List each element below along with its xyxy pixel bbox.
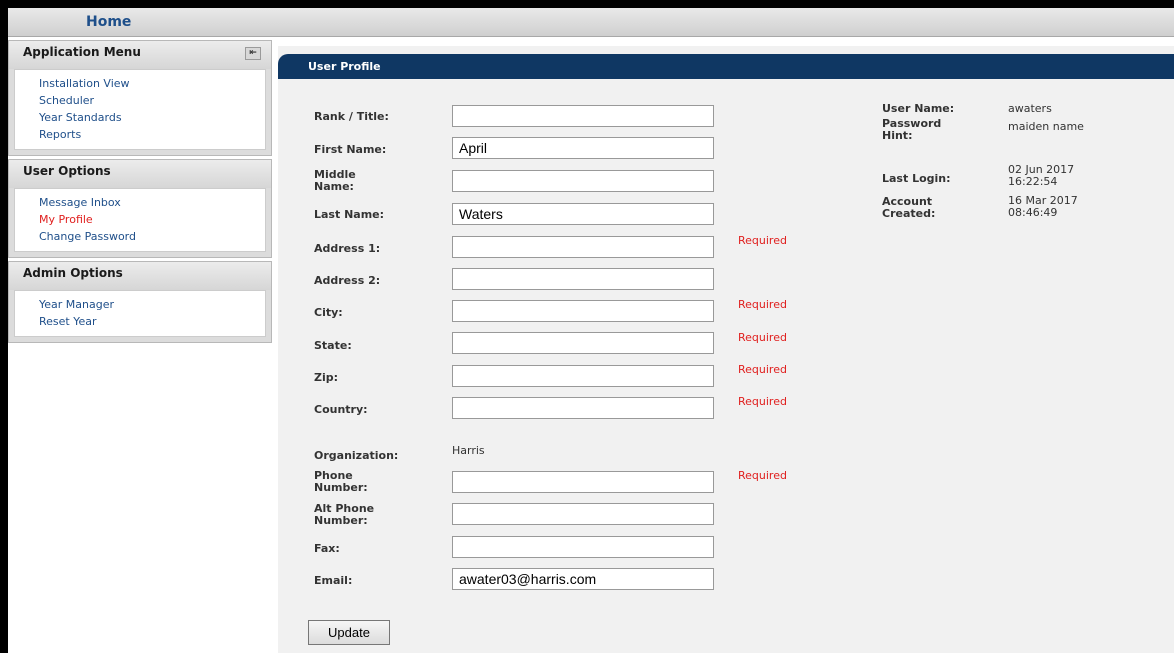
state-input[interactable] xyxy=(452,332,714,354)
admin-options-panel: Admin Options Year Manager Reset Year xyxy=(8,261,272,343)
user-name-label: User Name: xyxy=(882,102,955,115)
email-label: Email: xyxy=(314,574,353,587)
address2-input[interactable] xyxy=(452,268,714,290)
rank-input[interactable] xyxy=(452,105,714,127)
admin-options-title: Admin Options xyxy=(23,266,123,280)
last-login-time: 16:22:54 xyxy=(1008,175,1058,188)
nav-reset-year[interactable]: Reset Year xyxy=(39,313,265,330)
alt-phone-input[interactable] xyxy=(452,503,714,525)
collapse-left-icon[interactable]: ⇤ xyxy=(245,47,261,60)
middle-name-input[interactable] xyxy=(452,170,714,192)
password-hint-label: Password Hint: xyxy=(882,117,942,142)
account-created-time: 08:46:49 xyxy=(1008,206,1058,219)
update-button[interactable]: Update xyxy=(308,620,390,645)
country-input[interactable] xyxy=(452,397,714,419)
user-options-title: User Options xyxy=(23,164,111,178)
state-label: State: xyxy=(314,339,352,352)
nav-change-password[interactable]: Change Password xyxy=(39,228,265,245)
zip-input[interactable] xyxy=(452,365,714,387)
admin-options-list: Year Manager Reset Year xyxy=(14,290,266,337)
phone-input[interactable] xyxy=(452,471,714,493)
admin-options-header: Admin Options xyxy=(9,262,271,290)
state-required-note: Required xyxy=(738,331,787,344)
rank-label: Rank / Title: xyxy=(314,110,389,123)
password-hint-value: maiden name xyxy=(1008,120,1084,133)
last-name-input[interactable] xyxy=(452,203,714,225)
fax-input[interactable] xyxy=(452,536,714,558)
user-profile-panel: User Profile Rank / Title: First Name: M… xyxy=(278,46,1174,653)
user-options-panel: User Options Message Inbox My Profile Ch… xyxy=(8,159,272,258)
first-name-label: First Name: xyxy=(314,143,387,156)
email-input[interactable] xyxy=(452,568,714,590)
country-required-note: Required xyxy=(738,395,787,408)
application-menu-header: Application Menu ⇤ xyxy=(9,41,271,69)
user-options-list: Message Inbox My Profile Change Password xyxy=(14,188,266,252)
address2-label: Address 2: xyxy=(314,274,381,287)
user-name-value: awaters xyxy=(1008,102,1052,115)
last-login-label: Last Login: xyxy=(882,172,951,185)
middle-name-label: Middle Name: xyxy=(314,168,356,193)
city-required-note: Required xyxy=(738,298,787,311)
city-input[interactable] xyxy=(452,300,714,322)
nav-year-manager[interactable]: Year Manager xyxy=(39,296,265,313)
page-title: User Profile xyxy=(278,54,1174,79)
application-menu-title: Application Menu xyxy=(23,45,141,59)
top-bar: Home xyxy=(8,8,1174,37)
first-name-input[interactable] xyxy=(452,137,714,159)
nav-reports[interactable]: Reports xyxy=(39,126,265,143)
nav-message-inbox[interactable]: Message Inbox xyxy=(39,194,265,211)
application-menu-list: Installation View Scheduler Year Standar… xyxy=(14,69,266,150)
phone-required-note: Required xyxy=(738,469,787,482)
home-link[interactable]: Home xyxy=(86,14,131,30)
zip-label: Zip: xyxy=(314,371,339,384)
account-created-label: Account Created: xyxy=(882,195,936,220)
fax-label: Fax: xyxy=(314,542,340,555)
country-label: Country: xyxy=(314,403,368,416)
address1-input[interactable] xyxy=(452,236,714,258)
sidebar: Application Menu ⇤ Installation View Sch… xyxy=(8,40,274,346)
nav-installation-view[interactable]: Installation View xyxy=(39,75,265,92)
organization-value: Harris xyxy=(452,444,485,457)
alt-phone-label: Alt Phone Number: xyxy=(314,502,375,527)
address1-required-note: Required xyxy=(738,234,787,247)
nav-year-standards[interactable]: Year Standards xyxy=(39,109,265,126)
nav-scheduler[interactable]: Scheduler xyxy=(39,92,265,109)
address1-label: Address 1: xyxy=(314,242,381,255)
phone-label: Phone Number: xyxy=(314,469,368,494)
organization-label: Organization: xyxy=(314,449,399,462)
nav-my-profile[interactable]: My Profile xyxy=(39,211,265,228)
last-name-label: Last Name: xyxy=(314,208,385,221)
zip-required-note: Required xyxy=(738,363,787,376)
city-label: City: xyxy=(314,306,343,319)
user-options-header: User Options xyxy=(9,160,271,188)
app-frame: Home Application Menu ⇤ Installation Vie… xyxy=(8,8,1174,653)
application-menu-panel: Application Menu ⇤ Installation View Sch… xyxy=(8,40,272,156)
